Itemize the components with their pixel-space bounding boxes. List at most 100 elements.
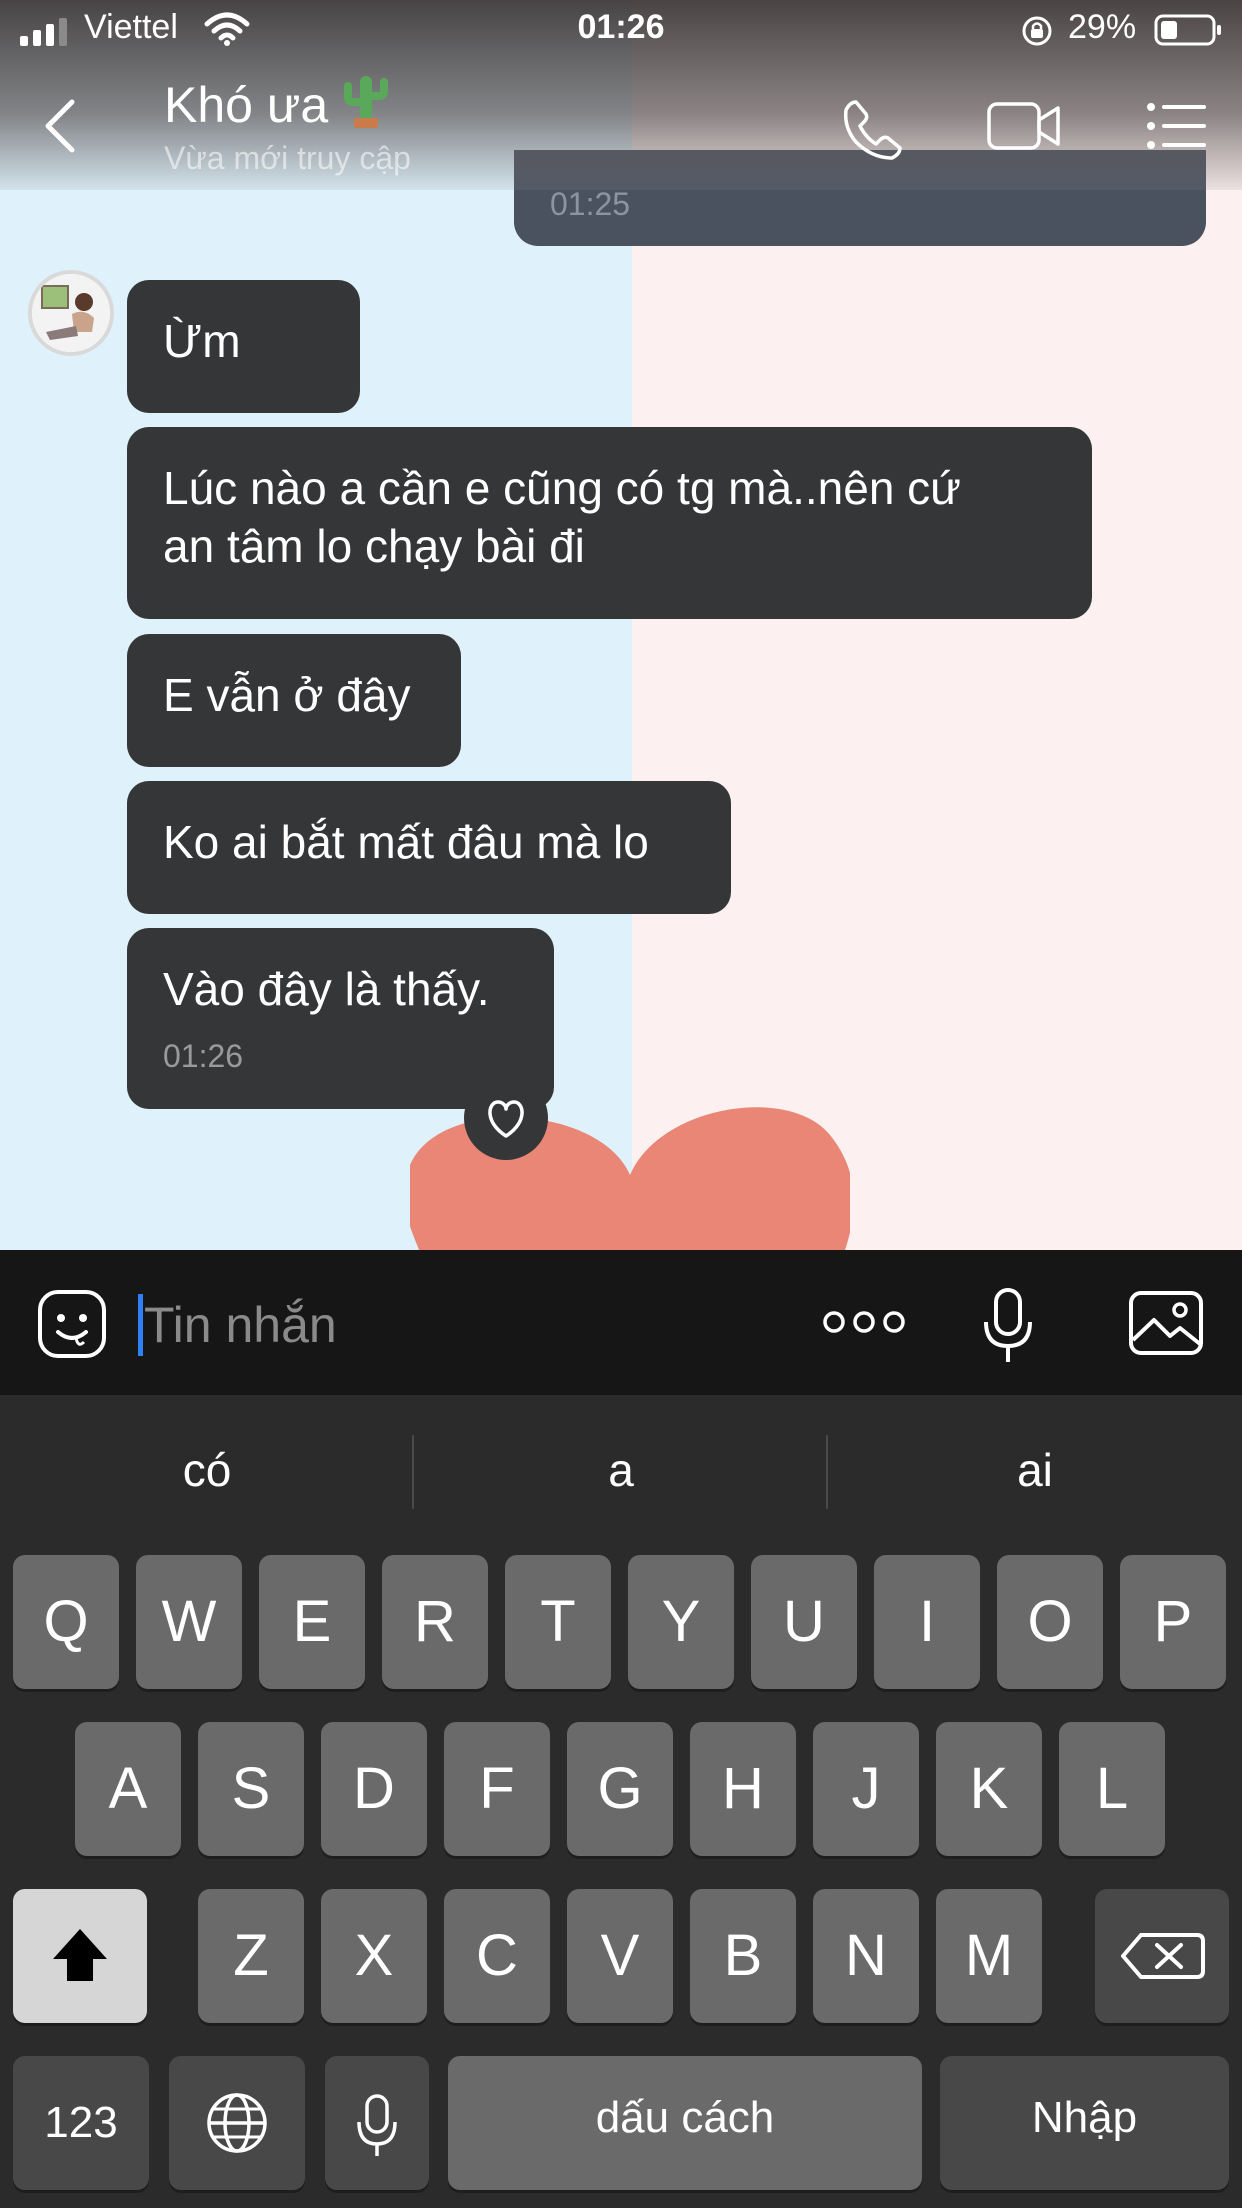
- key-label: H: [722, 1756, 764, 1821]
- key-k[interactable]: K: [936, 1722, 1042, 1856]
- shift-arrow-icon: [53, 1929, 107, 1981]
- key-label: X: [354, 1923, 394, 1988]
- key-z[interactable]: Z: [198, 1889, 304, 2023]
- message-text: Ko ai bắt mất đâu mà lo: [163, 816, 649, 868]
- key-label: R: [414, 1589, 456, 1654]
- key-label: D: [353, 1756, 395, 1821]
- key-label: T: [540, 1589, 576, 1654]
- more-options-icon[interactable]: [822, 1308, 906, 1336]
- message-bubble[interactable]: Lúc nào a cần e cũng có tg mà..nên cứ an…: [127, 427, 1092, 619]
- phone-icon[interactable]: [842, 98, 904, 160]
- dictation-key[interactable]: [325, 2056, 429, 2190]
- contact-name-text: Khó ưa: [164, 77, 329, 133]
- message-bubble[interactable]: E vẫn ở đây: [127, 634, 461, 767]
- chat-header: Viettel 01:26 29% Khó ưa Vừa mới truy cậ…: [0, 0, 1242, 190]
- key-i[interactable]: I: [874, 1555, 980, 1689]
- suggestion-item[interactable]: có: [0, 1395, 414, 1545]
- key-label: Z: [233, 1923, 269, 1988]
- key-label: B: [723, 1923, 763, 1988]
- message-input[interactable]: Tin nhắn: [144, 1296, 337, 1354]
- key-h[interactable]: H: [690, 1722, 796, 1856]
- key-b[interactable]: B: [690, 1889, 796, 2023]
- video-camera-icon[interactable]: [986, 100, 1062, 152]
- key-label: dấu cách: [595, 2093, 775, 2142]
- message-text: an tâm lo chạy bài đi: [163, 520, 585, 572]
- key-c[interactable]: C: [444, 1889, 550, 2023]
- battery-percent: 29%: [1068, 8, 1137, 46]
- return-key[interactable]: Nhập: [940, 2056, 1229, 2190]
- key-e[interactable]: E: [259, 1555, 365, 1689]
- text-cursor: [138, 1294, 143, 1356]
- reaction-button[interactable]: [464, 1076, 548, 1160]
- key-m[interactable]: M: [936, 1889, 1042, 2023]
- delete-key[interactable]: [1095, 1889, 1229, 2023]
- battery-icon: [1154, 14, 1221, 46]
- key-label: I: [918, 1589, 936, 1654]
- menu-list-icon[interactable]: [1146, 102, 1208, 150]
- message-input-bar: Tin nhắn: [0, 1250, 1242, 1395]
- clock: 01:26: [577, 8, 665, 46]
- message-text: Vào đây là thấy.: [163, 963, 490, 1015]
- image-gallery-icon[interactable]: [1128, 1290, 1204, 1356]
- key-g[interactable]: G: [567, 1722, 673, 1856]
- key-a[interactable]: A: [75, 1722, 181, 1856]
- key-label: G: [597, 1756, 643, 1821]
- microphone-icon[interactable]: [982, 1286, 1034, 1366]
- status-bar: Viettel 01:26 29%: [0, 0, 1242, 60]
- key-t[interactable]: T: [505, 1555, 611, 1689]
- key-label: O: [1027, 1589, 1073, 1654]
- heart-outline-icon: [488, 1100, 524, 1138]
- contact-name[interactable]: Khó ưa: [164, 72, 390, 134]
- key-f[interactable]: F: [444, 1722, 550, 1856]
- key-label: K: [969, 1756, 1009, 1821]
- key-label: A: [108, 1756, 148, 1821]
- message-text: Ừm: [163, 315, 241, 367]
- back-arrow-icon[interactable]: [40, 96, 80, 156]
- rotation-lock-icon: [1022, 16, 1052, 46]
- key-label: W: [161, 1589, 217, 1654]
- key-j[interactable]: J: [813, 1722, 919, 1856]
- key-l[interactable]: L: [1059, 1722, 1165, 1856]
- key-label: V: [600, 1923, 640, 1988]
- key-label: F: [479, 1756, 515, 1821]
- space-key[interactable]: dấu cách: [448, 2056, 922, 2190]
- backspace-icon: [1121, 1933, 1205, 1979]
- key-label: Y: [661, 1589, 701, 1654]
- key-u[interactable]: U: [751, 1555, 857, 1689]
- key-r[interactable]: R: [382, 1555, 488, 1689]
- key-w[interactable]: W: [136, 1555, 242, 1689]
- avatar-image: [32, 274, 110, 352]
- key-label: 123: [44, 2098, 118, 2147]
- key-v[interactable]: V: [567, 1889, 673, 2023]
- suggestion-item[interactable]: a: [414, 1395, 828, 1545]
- globe-key[interactable]: [169, 2056, 305, 2190]
- message-timestamp: 01:25: [550, 186, 631, 222]
- key-q[interactable]: Q: [13, 1555, 119, 1689]
- key-label: J: [851, 1756, 881, 1821]
- key-label: Q: [43, 1589, 89, 1654]
- numbers-key[interactable]: 123: [13, 2056, 149, 2190]
- message-timestamp: 01:26: [163, 1038, 244, 1074]
- key-n[interactable]: N: [813, 1889, 919, 2023]
- suggestion-item[interactable]: ai: [828, 1395, 1242, 1545]
- key-x[interactable]: X: [321, 1889, 427, 2023]
- keyboard: có a ai Q W E R T Y U I O P A S D F G H …: [0, 1395, 1242, 2208]
- key-label: U: [783, 1589, 825, 1654]
- globe-icon: [207, 2093, 267, 2153]
- key-p[interactable]: P: [1120, 1555, 1226, 1689]
- key-label: S: [231, 1756, 271, 1821]
- message-bubble[interactable]: Ko ai bắt mất đâu mà lo: [127, 781, 731, 914]
- key-s[interactable]: S: [198, 1722, 304, 1856]
- message-bubble[interactable]: Ừm: [127, 280, 360, 413]
- key-label: N: [845, 1923, 887, 1988]
- contact-avatar[interactable]: [28, 270, 114, 356]
- key-d[interactable]: D: [321, 1722, 427, 1856]
- key-label: M: [964, 1923, 1014, 1988]
- key-y[interactable]: Y: [628, 1555, 734, 1689]
- key-label: P: [1153, 1589, 1193, 1654]
- key-o[interactable]: O: [997, 1555, 1103, 1689]
- shift-key[interactable]: [13, 1889, 147, 2023]
- last-seen-status: Vừa mới truy cập: [164, 140, 411, 176]
- microphone-icon: [357, 2094, 397, 2156]
- sticker-smile-icon[interactable]: [36, 1288, 108, 1360]
